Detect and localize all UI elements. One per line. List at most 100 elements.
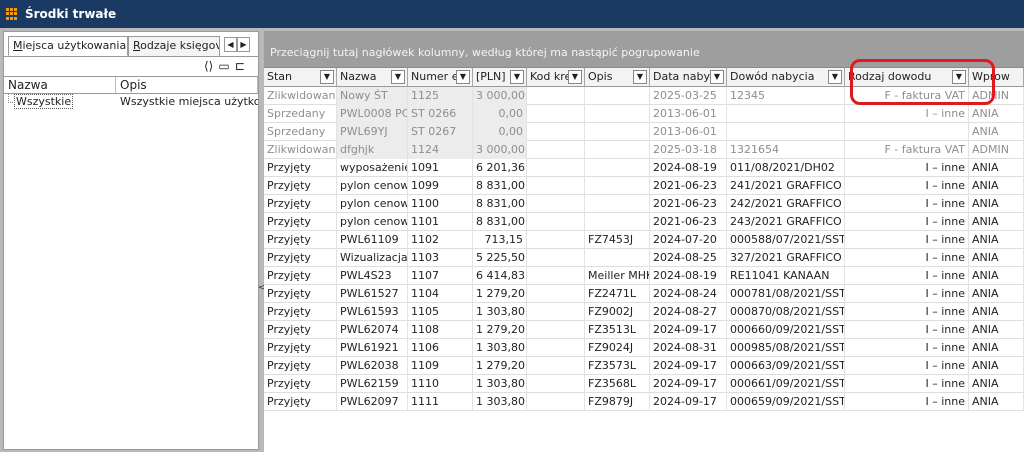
cell-wprowadzil: ANIA — [969, 105, 1024, 123]
filter-dropdown-icon[interactable]: ▼ — [710, 70, 724, 84]
column-header-opis[interactable]: Opis ▼ — [585, 68, 650, 87]
table-row[interactable]: Przyjęty PWL61527 1104 1 279,20 FZ2471L 2024-… — [264, 285, 1024, 303]
cell-stan: Przyjęty — [264, 393, 337, 411]
cell-numer-ewidencyjny: 1124 — [408, 141, 473, 159]
column-header-opis[interactable]: Opis — [116, 77, 258, 93]
column-header-nazwa[interactable]: Nazwa — [4, 77, 116, 93]
cell-stan: Sprzedany — [264, 123, 337, 141]
cell-kod-kreskowy — [527, 375, 585, 393]
cell-numer-ewidencyjny: 1104 — [408, 285, 473, 303]
cell-wartosc-pln: 8 831,00 — [473, 213, 527, 231]
cell-opis: FZ3513L — [585, 321, 650, 339]
cell-rodzaj-dowodu: F - faktura VAT — [845, 141, 969, 159]
cell-kod-kreskowy — [527, 195, 585, 213]
table-row[interactable]: Przyjęty pylon cenow 1100 8 831,00 2021-06-2… — [264, 195, 1024, 213]
cell-rodzaj-dowodu: I – inne — [845, 303, 969, 321]
column-header-wartosc-pln[interactable]: [PLN] ▼ — [473, 68, 527, 87]
tab-prev-icon[interactable]: ◀ — [224, 37, 237, 52]
folder-open-icon[interactable]: ⊏ — [235, 59, 245, 73]
table-row[interactable]: Przyjęty PWL61593 1105 1 303,80 FZ9002J 2024-… — [264, 303, 1024, 321]
tab-rodzaje-ksiegowe[interactable]: Rodzaje księgov — [128, 36, 220, 56]
tree-row-wszystkie[interactable]: Wszystkie Wszystkie miejsca użytko — [4, 94, 258, 110]
cell-wprowadzil: ADMIN — [969, 141, 1024, 159]
folder-closed-icon[interactable]: ▭ — [218, 59, 229, 73]
cell-wprowadzil: ANIA — [969, 357, 1024, 375]
cell-rodzaj-dowodu: I – inne — [845, 357, 969, 375]
assets-grid: Stan ▼ Nazwa ▼ Numer e ▼ [PLN] ▼ Kod kre ▼ Opis ▼ Da… — [264, 67, 1024, 411]
filter-dropdown-icon[interactable]: ▼ — [456, 70, 470, 84]
cell-data-nabycia: 2024-08-27 — [650, 303, 727, 321]
column-header-label: Stan — [267, 70, 293, 83]
table-row[interactable]: Przyjęty pylon cenow 1101 8 831,00 2021-06-2… — [264, 213, 1024, 231]
table-row[interactable]: Przyjęty PWL61109 1102 713,15 FZ7453J 2024-07… — [264, 231, 1024, 249]
cell-wprowadzil: ANIA — [969, 195, 1024, 213]
table-row[interactable]: Przyjęty PWL4S23 1107 6 414,83 Meiller MHK 20… — [264, 267, 1024, 285]
cell-dowod-nabycia: RE11041 KANAAN — [727, 267, 845, 285]
table-row[interactable]: Przyjęty PWL62097 1111 1 303,80 FZ9879J 2024-… — [264, 393, 1024, 411]
cell-opis — [585, 105, 650, 123]
annotation-highlight — [850, 59, 995, 105]
table-row[interactable]: Przyjęty PWL62159 1110 1 303,80 FZ3568L 2024-… — [264, 375, 1024, 393]
column-header-data-nabycia[interactable]: Data naby ▼ — [650, 68, 727, 87]
cell-wprowadzil: ANIA — [969, 231, 1024, 249]
cell-nazwa: PWL62074 — [337, 321, 408, 339]
filter-dropdown-icon[interactable]: ▼ — [568, 70, 582, 84]
cell-stan: Przyjęty — [264, 339, 337, 357]
table-row[interactable]: Przyjęty PWL62074 1108 1 279,20 FZ3513L 2024-… — [264, 321, 1024, 339]
cell-nazwa: Nowy ŚT — [337, 87, 408, 105]
collapse-panel-icon[interactable]: < — [258, 280, 266, 296]
table-row[interactable]: Przyjęty Wizualizacja 1103 5 225,50 2024-08-… — [264, 249, 1024, 267]
cell-wartosc-pln: 1 303,80 — [473, 339, 527, 357]
filter-dropdown-icon[interactable]: ▼ — [320, 70, 334, 84]
cell-dowod-nabycia: 011/08/2021/DH02 — [727, 159, 845, 177]
table-row[interactable]: Przyjęty wyposażenie 1091 6 201,36 2024-08-1… — [264, 159, 1024, 177]
table-row[interactable]: Sprzedany PWL69YJ ST 0267 0,00 2013-06-01 ANI… — [264, 123, 1024, 141]
cell-wprowadzil: ANIA — [969, 303, 1024, 321]
table-row[interactable]: Przyjęty PWL62038 1109 1 279,20 FZ3573L 2024-… — [264, 357, 1024, 375]
cell-wartosc-pln: 1 303,80 — [473, 303, 527, 321]
cell-rodzaj-dowodu: I – inne — [845, 249, 969, 267]
table-row[interactable]: Przyjęty pylon cenow 1099 8 831,00 2021-06-2… — [264, 177, 1024, 195]
column-header-kod-kreskowy[interactable]: Kod kre ▼ — [527, 68, 585, 87]
cell-numer-ewidencyjny: 1125 — [408, 87, 473, 105]
table-row[interactable]: Zlikwidowany dfghjk 1124 3 000,00 2025-03-18… — [264, 141, 1024, 159]
window-title: Środki trwałe — [25, 7, 117, 21]
cell-kod-kreskowy — [527, 105, 585, 123]
cell-stan: Przyjęty — [264, 303, 337, 321]
cell-wprowadzil: ANIA — [969, 159, 1024, 177]
cell-rodzaj-dowodu: I – inne — [845, 267, 969, 285]
table-row[interactable]: Przyjęty PWL61921 1106 1 303,80 FZ9024J 2024-… — [264, 339, 1024, 357]
cell-dowod-nabycia: 1321654 — [727, 141, 845, 159]
filter-dropdown-icon[interactable]: ▼ — [633, 70, 647, 84]
cell-data-nabycia: 2024-08-19 — [650, 267, 727, 285]
expand-all-icon[interactable]: ⟨⟩ — [204, 59, 213, 73]
cell-dowod-nabycia: 000660/09/2021/SST/P — [727, 321, 845, 339]
cell-wprowadzil: ANIA — [969, 267, 1024, 285]
cell-kod-kreskowy — [527, 213, 585, 231]
tab-next-icon[interactable]: ▶ — [237, 37, 250, 52]
cell-nazwa: PWL61527 — [337, 285, 408, 303]
cell-numer-ewidencyjny: 1091 — [408, 159, 473, 177]
cell-kod-kreskowy — [527, 339, 585, 357]
column-header-numer-ewidencyjny[interactable]: Numer e ▼ — [408, 68, 473, 87]
tab-miejsca-uzytkowania[interactable]: Miejsca użytkowania — [8, 36, 128, 56]
cell-opis — [585, 87, 650, 105]
filter-dropdown-icon[interactable]: ▼ — [828, 70, 842, 84]
filter-dropdown-icon[interactable]: ▼ — [510, 70, 524, 84]
column-header-dowod-nabycia[interactable]: Dowód nabycia ▼ — [727, 68, 845, 87]
cell-rodzaj-dowodu: I – inne — [845, 285, 969, 303]
cell-nazwa: wyposażenie — [337, 159, 408, 177]
cell-numer-ewidencyjny: 1110 — [408, 375, 473, 393]
filter-dropdown-icon[interactable]: ▼ — [391, 70, 405, 84]
column-header-stan[interactable]: Stan ▼ — [264, 68, 337, 87]
cell-numer-ewidencyjny: 1106 — [408, 339, 473, 357]
cell-numer-ewidencyjny: 1099 — [408, 177, 473, 195]
tab-divider — [4, 56, 258, 57]
cell-wartosc-pln: 3 000,00 — [473, 141, 527, 159]
cell-data-nabycia: 2025-03-18 — [650, 141, 727, 159]
tab-navigation: ◀ ▶ — [224, 37, 250, 52]
column-header-nazwa[interactable]: Nazwa ▼ — [337, 68, 408, 87]
table-row[interactable]: Sprzedany PWL0008 PC ST 0266 0,00 2013-06-01… — [264, 105, 1024, 123]
cell-rodzaj-dowodu: I – inne — [845, 105, 969, 123]
cell-rodzaj-dowodu: I – inne — [845, 213, 969, 231]
